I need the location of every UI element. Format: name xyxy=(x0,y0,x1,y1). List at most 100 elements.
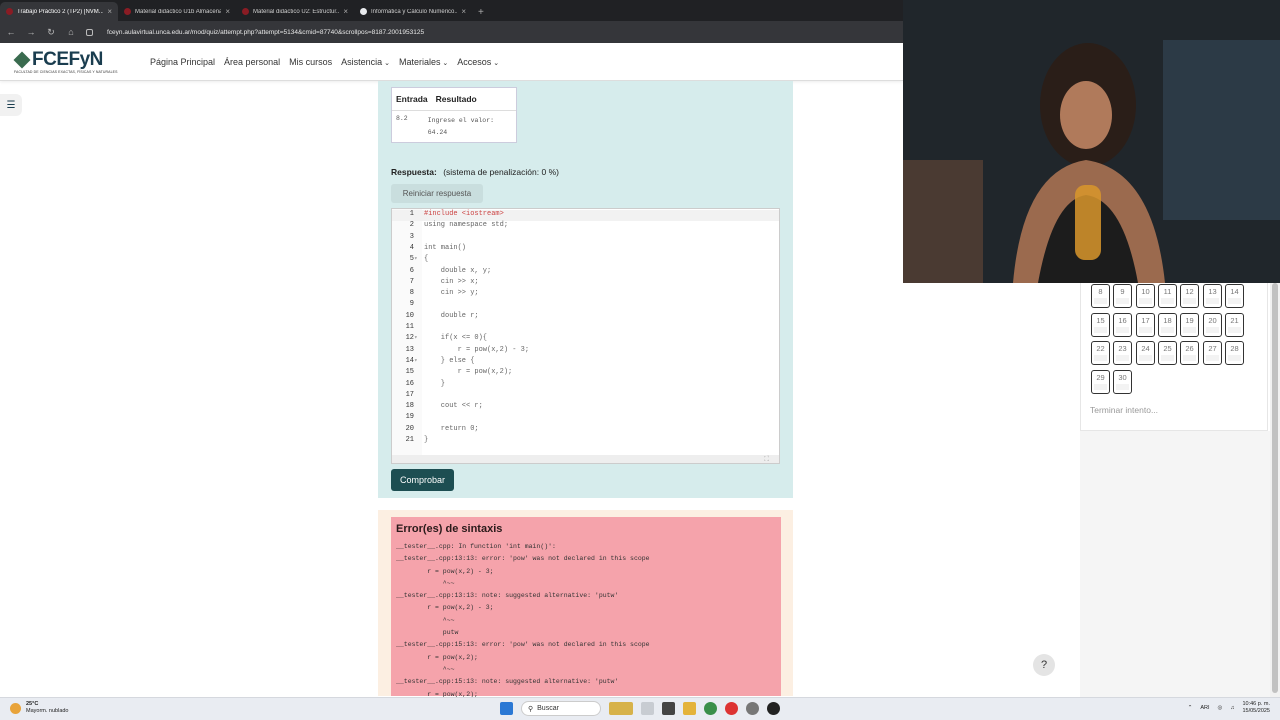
tab-close-icon[interactable]: × xyxy=(461,7,466,16)
reset-answer-button[interactable]: Reiniciar respuesta xyxy=(391,184,483,203)
editor-resize-handle[interactable] xyxy=(392,455,779,464)
code-line[interactable]: 18 cout << r; xyxy=(392,402,779,413)
quiz-nav-question-button[interactable]: 27 xyxy=(1203,341,1222,365)
code-line[interactable]: 21} xyxy=(392,436,779,447)
quiz-nav-question-button[interactable]: 9 xyxy=(1113,284,1132,308)
code-line[interactable]: 6 double x, y; xyxy=(392,267,779,278)
code-line[interactable]: 17 xyxy=(392,391,779,402)
browser-tab[interactable]: Material didáctico U2: Estructur... × xyxy=(236,2,354,21)
browser-tab[interactable]: Informática y Cálculo Numérico... × xyxy=(354,2,472,21)
quiz-nav-question-button[interactable]: 28 xyxy=(1225,341,1244,365)
reload-icon[interactable]: ↻ xyxy=(46,27,56,38)
forward-icon[interactable]: → xyxy=(26,27,36,37)
nav-item[interactable]: Página Principal xyxy=(150,57,215,67)
help-button[interactable]: ? xyxy=(1033,654,1055,676)
penalty-text: (sistema de penalización: 0 %) xyxy=(443,167,559,177)
code-line[interactable]: 20 return 0; xyxy=(392,425,779,436)
code-line[interactable]: 5 ▾{ xyxy=(392,255,779,266)
url-field[interactable]: fceyn.aulavirtual.unca.edu.ar/mod/quiz/a… xyxy=(107,29,424,36)
code-line[interactable]: 11 xyxy=(392,323,779,334)
taskbar-search[interactable]: ⚲ Buscar xyxy=(521,701,601,716)
quiz-nav-question-button[interactable]: 25 xyxy=(1158,341,1177,365)
quiz-nav-question-button[interactable]: 18 xyxy=(1158,313,1177,337)
quiz-nav-question-button[interactable]: 11 xyxy=(1158,284,1177,308)
start-menu-icon[interactable] xyxy=(500,702,513,715)
quiz-nav-question-button[interactable]: 29 xyxy=(1091,370,1110,394)
search-label: Buscar xyxy=(537,705,559,712)
quiz-nav-question-button[interactable]: 21 xyxy=(1225,313,1244,337)
code-line[interactable]: 4 int main() xyxy=(392,244,779,255)
nav-item[interactable]: Materiales xyxy=(399,57,448,67)
tab-close-icon[interactable]: × xyxy=(107,7,112,16)
code-editor[interactable]: 1 #include <iostream> 2 using namespace std… xyxy=(391,208,780,464)
check-button[interactable]: Comprobar xyxy=(391,469,454,491)
code-line[interactable]: 2 using namespace std; xyxy=(392,221,779,232)
site-info-icon[interactable] xyxy=(86,28,93,36)
scrollbar-thumb[interactable] xyxy=(1272,283,1278,693)
quiz-nav-question-button[interactable]: 24 xyxy=(1136,341,1155,365)
code-line[interactable]: 1 #include <iostream> xyxy=(392,210,779,221)
line-number: 14 xyxy=(405,356,414,365)
quiz-nav-question-button[interactable]: 12 xyxy=(1180,284,1199,308)
finish-attempt-link[interactable]: Terminar intento... xyxy=(1090,405,1158,415)
widgets-icon[interactable] xyxy=(609,702,633,715)
nav-item[interactable]: Accesos xyxy=(457,57,499,67)
quiz-nav-question-button[interactable]: 19 xyxy=(1180,313,1199,337)
task-view-icon[interactable] xyxy=(641,702,654,715)
tab-close-icon[interactable]: × xyxy=(225,7,230,16)
quiz-nav-question-button[interactable]: 15 xyxy=(1091,313,1110,337)
code-line[interactable]: 12 ▾ if(x <= 0){ xyxy=(392,334,779,345)
code-line[interactable]: 9 xyxy=(392,300,779,311)
app-red-icon[interactable] xyxy=(725,702,738,715)
quiz-nav-question-button[interactable]: 16 xyxy=(1113,313,1132,337)
quiz-nav-question-button[interactable]: 13 xyxy=(1203,284,1222,308)
fold-toggle-icon[interactable]: ▾ xyxy=(414,334,424,345)
code-line[interactable]: 15 r = pow(x,2); xyxy=(392,368,779,379)
quiz-nav-question-button[interactable]: 30 xyxy=(1113,370,1132,394)
back-icon[interactable]: ← xyxy=(6,27,16,37)
clock[interactable]: 10:46 p. m. 15/05/2025 xyxy=(1242,701,1270,715)
weather-widget[interactable]: 25°C Mayorm. nublado xyxy=(10,701,69,715)
fold-toggle-icon[interactable]: ▾ xyxy=(414,255,424,266)
clock-time: 10:46 p. m. xyxy=(1242,701,1270,707)
webcam-overlay xyxy=(903,0,1280,283)
chrome-icon[interactable] xyxy=(704,702,717,715)
browser-tab[interactable]: Material didáctico U1b Almacena... × xyxy=(118,2,236,21)
home-icon[interactable]: ⌂ xyxy=(66,27,76,37)
file-explorer-icon[interactable] xyxy=(683,702,696,715)
quiz-nav-question-button[interactable]: 17 xyxy=(1136,313,1155,337)
code-line[interactable]: 10 double r; xyxy=(392,312,779,323)
fold-toggle-icon[interactable]: ▾ xyxy=(414,357,424,368)
nav-item[interactable]: Mis cursos xyxy=(289,57,332,67)
code-line[interactable]: 8 cin >> y; xyxy=(392,289,779,300)
tray-lang[interactable]: ARI xyxy=(1200,705,1209,711)
tray-chevron-icon[interactable]: ⌃ xyxy=(1188,705,1193,711)
obs-icon[interactable] xyxy=(767,702,780,715)
new-tab-icon[interactable]: + xyxy=(472,7,490,21)
tab-favicon-icon xyxy=(124,8,131,15)
code-line[interactable]: 16 } xyxy=(392,380,779,391)
quiz-nav-question-button[interactable]: 26 xyxy=(1180,341,1199,365)
quiz-nav-question-button[interactable]: 23 xyxy=(1113,341,1132,365)
quiz-nav-question-button[interactable]: 8 xyxy=(1091,284,1110,308)
quiz-nav-question-button[interactable]: 10 xyxy=(1136,284,1155,308)
nav-item[interactable]: Asistencia xyxy=(341,57,390,67)
page-scrollbar[interactable] xyxy=(1270,283,1280,697)
wifi-icon[interactable]: ◎ xyxy=(1218,705,1223,711)
site-logo[interactable]: FCEFyN FACULTAD DE CIENCIAS EXACTAS, FÍS… xyxy=(13,49,118,74)
browser-tab[interactable]: Trabajo Práctico 2 (TP2) [NVM... × xyxy=(0,2,118,21)
code-line[interactable]: 3 xyxy=(392,233,779,244)
code-line[interactable]: 14 ▾ } else { xyxy=(392,357,779,368)
tab-close-icon[interactable]: × xyxy=(343,7,348,16)
app-gray-icon[interactable] xyxy=(746,702,759,715)
volume-icon[interactable]: ♫ xyxy=(1230,705,1234,711)
code-line[interactable]: 19 xyxy=(392,413,779,424)
quiz-nav-question-button[interactable]: 14 xyxy=(1225,284,1244,308)
nav-item[interactable]: Área personal xyxy=(224,57,280,67)
quiz-nav-question-button[interactable]: 22 xyxy=(1091,341,1110,365)
code-line[interactable]: 7 cin >> x; xyxy=(392,278,779,289)
app-icon[interactable] xyxy=(662,702,675,715)
quiz-nav-question-button[interactable]: 20 xyxy=(1203,313,1222,337)
code-line[interactable]: 13 r = pow(x,2) - 3; xyxy=(392,346,779,357)
course-index-toggle-icon[interactable]: ☰ xyxy=(0,94,22,116)
